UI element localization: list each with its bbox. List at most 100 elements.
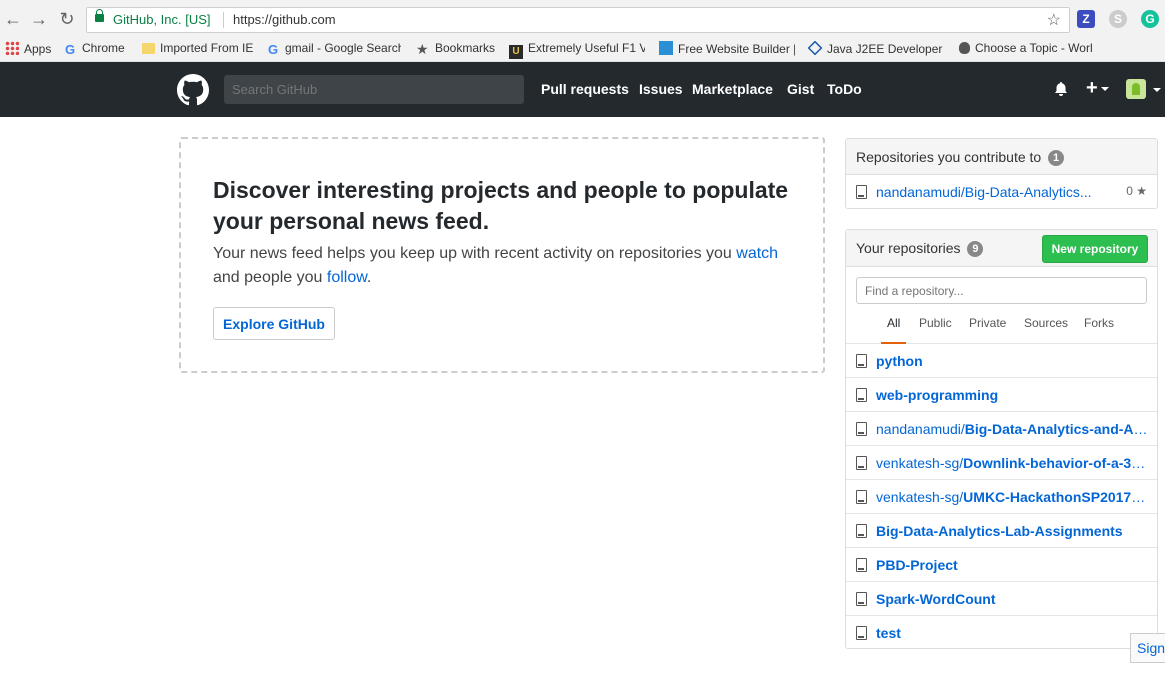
bookmark-extremely-useful[interactable]: U Extremely Useful F1 V [509, 41, 645, 59]
nav-issues[interactable]: Issues [639, 81, 683, 97]
url-text[interactable]: https://github.com [233, 12, 336, 27]
bookmark-imported-from-ie[interactable]: Imported From IE [142, 41, 253, 55]
repo-owner: nandanamudi/ [876, 421, 965, 437]
apple-icon [959, 42, 970, 54]
repo-icon [856, 626, 867, 640]
bookmark-apps[interactable]: Apps [5, 41, 51, 56]
bookmark-free-website-builder[interactable]: Free Website Builder | [659, 41, 795, 56]
nav-gist[interactable]: Gist [787, 81, 814, 97]
repo-link[interactable]: venkatesh-sg/Downlink-behavior-of-a-3-s.… [876, 455, 1148, 471]
contribute-repos-title: Repositories you contribute to [856, 149, 1042, 165]
bookmark-label: Free Website Builder | [678, 42, 795, 56]
repo-name: Big-Data-Analytics-and-Ap... [964, 421, 1148, 437]
avatar[interactable] [1126, 79, 1146, 99]
repo-link[interactable]: venkatesh-sg/UMKC-HackathonSP2017-Co... [876, 489, 1148, 505]
list-item[interactable]: PBD-Project [846, 548, 1157, 582]
bookmark-star-icon[interactable]: ☆ [1047, 10, 1061, 30]
repo-link[interactable]: PBD-Project [876, 557, 958, 573]
list-item[interactable]: venkatesh-sg/Downlink-behavior-of-a-3-s.… [846, 446, 1157, 480]
find-repository-input[interactable] [856, 277, 1147, 304]
reload-icon[interactable]: ↻ [56, 8, 78, 30]
site-identity[interactable]: GitHub, Inc. [US] [113, 12, 211, 27]
diamond-icon [808, 41, 823, 56]
repo-owner: nandanamudi/ [876, 184, 965, 200]
repo-link[interactable]: nandanamudi/Big-Data-Analytics... [876, 184, 1092, 200]
filter-public[interactable]: Public [919, 316, 952, 344]
contribute-repo-row[interactable]: nandanamudi/Big-Data-Analytics... 0 ★ [846, 175, 1157, 209]
list-item[interactable]: web-programming [846, 378, 1157, 412]
list-item[interactable]: venkatesh-sg/UMKC-HackathonSP2017-Co... [846, 480, 1157, 514]
follow-link[interactable]: follow [327, 269, 367, 286]
back-arrow-icon[interactable]: ← [2, 8, 24, 30]
blankslate-text: Your news feed helps you keep up with re… [213, 245, 737, 262]
repo-name: UMKC-HackathonSP2017-Co... [963, 489, 1148, 505]
your-repos-count-badge: 9 [967, 241, 984, 257]
plus-icon: + [1086, 77, 1098, 99]
blankslate-text: . [366, 269, 372, 286]
list-item[interactable]: python [846, 344, 1157, 378]
repo-icon [856, 185, 867, 199]
contribute-count-badge: 1 [1048, 150, 1065, 166]
filter-all[interactable]: All [881, 316, 907, 344]
nav-todo[interactable]: ToDo [827, 81, 862, 97]
repo-icon [856, 422, 867, 436]
repo-owner: venkatesh-sg/ [876, 489, 964, 505]
chevron-down-icon[interactable] [1153, 88, 1161, 92]
repo-link[interactable]: nandanamudi/Big-Data-Analytics-and-Ap... [876, 421, 1148, 437]
filter-sources[interactable]: Sources [1024, 316, 1068, 344]
repo-link[interactable]: Spark-WordCount [876, 591, 996, 607]
google-icon: G [268, 42, 279, 56]
repo-icon [856, 592, 867, 606]
z-extension-icon[interactable]: Z [1077, 10, 1095, 28]
bookmark-choose-a-topic[interactable]: Choose a Topic - Worl [959, 41, 1095, 55]
separator [223, 12, 224, 28]
repo-filter-tabs: All Public Private Sources Forks [846, 316, 1157, 344]
forward-arrow-icon[interactable]: → [28, 8, 50, 30]
bell-icon[interactable] [1053, 81, 1069, 97]
bookmarks-bar: Apps G Chrome Imported From IE Ggmail - G… [0, 38, 1165, 62]
filter-forks[interactable]: Forks [1084, 316, 1114, 344]
nav-pull-requests[interactable]: Pull requests [541, 81, 629, 97]
repo-icon [856, 354, 867, 368]
sign-tab[interactable]: Sign [1130, 633, 1165, 663]
github-octocat-icon[interactable] [177, 74, 209, 106]
blankslate-text: and people you [213, 269, 327, 286]
bookmark-chrome[interactable]: G Chrome [65, 41, 125, 56]
repo-icon [856, 456, 867, 470]
create-new-dropdown[interactable]: + [1086, 77, 1109, 100]
bookmark-gmail-google-search[interactable]: Ggmail - Google Search [268, 41, 401, 56]
search-input[interactable] [224, 75, 524, 104]
bookmark-bookmarks[interactable]: ★ Bookmarks [416, 41, 495, 55]
bookmark-label: Imported From IE [160, 41, 254, 55]
chevron-down-icon [1100, 86, 1109, 91]
google-icon: G [65, 42, 76, 56]
filter-private[interactable]: Private [969, 316, 1006, 344]
list-item[interactable]: Big-Data-Analytics-Lab-Assignments [846, 514, 1157, 548]
repo-name: Spark-WordCount [876, 591, 996, 607]
news-feed-blankslate: Discover interesting projects and people… [179, 137, 825, 373]
your-repos-header: Your repositories 9 New repository [846, 230, 1157, 267]
repo-link[interactable]: test [876, 625, 901, 641]
list-item[interactable]: nandanamudi/Big-Data-Analytics-and-Ap... [846, 412, 1157, 446]
repo-link[interactable]: web-programming [876, 387, 998, 403]
lock-icon [95, 9, 104, 22]
repo-icon [856, 524, 867, 538]
repo-link[interactable]: Big-Data-Analytics-Lab-Assignments [876, 523, 1123, 539]
new-repository-button[interactable]: New repository [1042, 235, 1148, 263]
grammarly-extension-icon[interactable]: G [1141, 10, 1159, 28]
browser-toolbar: ← → ↻ GitHub, Inc. [US] https://github.c… [0, 0, 1165, 38]
watch-link[interactable]: watch [736, 245, 778, 262]
repo-name: web-programming [876, 387, 999, 403]
bookmark-java-j2ee[interactable]: Java J2EE Developer a [808, 41, 945, 56]
nav-marketplace[interactable]: Marketplace [692, 81, 773, 97]
address-bar[interactable]: GitHub, Inc. [US] https://github.com ☆ [86, 7, 1070, 33]
u-logo-icon: U [509, 45, 523, 59]
list-item[interactable]: Spark-WordCount [846, 582, 1157, 616]
repo-link[interactable]: python [876, 353, 923, 369]
explore-github-button[interactable]: Explore GitHub [213, 307, 335, 340]
list-item[interactable]: test [846, 616, 1157, 650]
blankslate-description: Your news feed helps you keep up with re… [213, 242, 803, 290]
skype-extension-icon[interactable]: S [1109, 10, 1127, 28]
star-icon: ★ [416, 41, 429, 55]
star-count: 0 [1126, 184, 1133, 198]
